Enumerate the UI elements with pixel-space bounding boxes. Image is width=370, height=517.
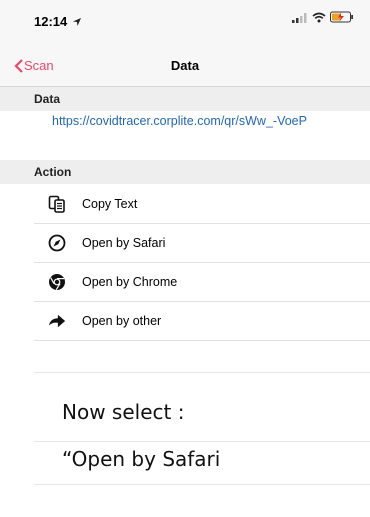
action-section-header: Action <box>0 160 370 184</box>
divider <box>34 441 370 442</box>
action-open-by-chrome[interactable]: Open by Chrome <box>34 263 370 302</box>
status-bar: 12:14 <box>0 0 370 38</box>
data-section-header: Data <box>0 87 370 111</box>
divider <box>34 484 370 485</box>
status-icons <box>292 10 354 28</box>
action-open-by-safari[interactable]: Open by Safari <box>34 224 370 263</box>
action-label: Open by Safari <box>82 236 166 250</box>
signal-icon <box>292 10 308 28</box>
action-label: Open by Chrome <box>82 275 178 289</box>
chrome-icon <box>48 273 66 291</box>
divider <box>34 372 370 373</box>
navigation-bar: Scan Data <box>0 38 370 87</box>
action-open-by-other[interactable]: Open by other <box>34 302 370 341</box>
page-title: Data <box>170 58 200 73</box>
status-time: 12:14 <box>34 14 68 29</box>
compass-icon <box>48 234 66 252</box>
battery-icon <box>330 10 354 28</box>
instruction-line-1: Now select : <box>62 400 185 424</box>
copy-icon <box>48 195 66 213</box>
instruction-line-2: “Open by Safari <box>62 447 221 471</box>
wifi-icon <box>312 10 326 28</box>
share-arrow-icon <box>48 312 66 330</box>
action-label: Open by other <box>82 314 162 328</box>
location-icon <box>72 14 82 32</box>
action-label: Copy Text <box>82 197 138 211</box>
scanned-url-link[interactable]: https://covidtracer.corplite.com/qr/sWw_… <box>52 113 352 129</box>
action-copy-text[interactable]: Copy Text <box>34 185 370 224</box>
